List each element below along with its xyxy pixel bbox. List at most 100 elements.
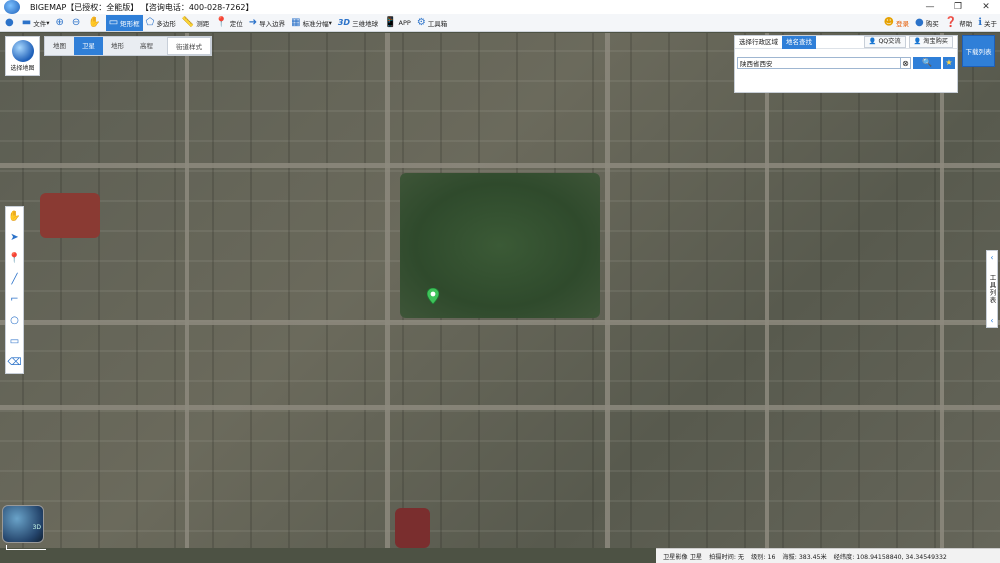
purchase-button[interactable]: ● 购买 [912, 15, 942, 31]
marker-pin-icon[interactable]: 📍 [8, 253, 20, 264]
search-input[interactable] [737, 57, 901, 69]
satellite-map-canvas[interactable] [0, 33, 1000, 548]
coordinates-status: 经纬度: 108.94158840, 34.34549332 [833, 553, 947, 561]
tab-place-search[interactable]: 地名查找 [782, 35, 816, 49]
vip-icon: ● [915, 16, 924, 28]
clear-search-icon[interactable]: ⊗ [901, 57, 911, 69]
globe-minimap[interactable]: 3D [2, 505, 44, 543]
zoom-level-status: 级别: 16 [751, 553, 776, 561]
window-title: BIGEMAP【已授权：全能版】 【咨询电话：400-028-7262】 [30, 2, 254, 12]
pointer-arrow-icon[interactable]: ➤ [10, 233, 18, 243]
tool-list-panel[interactable]: ‹ 工具列表 ‹ [986, 250, 998, 328]
rectangle-icon[interactable]: ▭ [10, 336, 19, 347]
maximize-button[interactable]: ❐ [944, 2, 972, 12]
toolbar-right-group: ☻ 登录 ● 购买 ❓ 帮助 ℹ 关于 [881, 15, 1000, 31]
three-d-globe-button[interactable]: 3D 三维地球 [335, 15, 381, 31]
zoom-in-button[interactable]: ⊕ [52, 15, 68, 31]
import-boundary-button[interactable]: ➜ 导入边界 [246, 15, 288, 31]
tool-list-label: 工具列表 [988, 274, 996, 304]
layer-status: 卫星影像 卫星 [663, 553, 703, 561]
left-draw-tools: ✋ ➤ 📍 ╱ ⌐ ○ ▭ ⌫ [5, 206, 24, 374]
altitude-status: 海拔: 383.45米 [782, 553, 827, 561]
zoom-in-icon: ⊕ [55, 16, 64, 28]
search-button[interactable]: 🔍 [913, 57, 941, 69]
tab-map[interactable]: 地图 [45, 37, 74, 55]
info-icon: ℹ [978, 16, 982, 28]
import-arrow-icon: ➜ [248, 16, 258, 28]
map-road [940, 33, 944, 548]
locate-button[interactable]: 📍 定位 [212, 15, 245, 31]
chevron-left-icon[interactable]: ‹ [990, 316, 993, 325]
rect-select-button[interactable]: ▭ 矩形框 [105, 14, 143, 31]
earth-icon [11, 40, 34, 62]
hand-icon[interactable]: ✋ [8, 212, 20, 222]
search-tabs: 选择行政区域 地名查找 👤 QQ交流 👤 淘宝购买 [735, 35, 957, 49]
gear-icon: ⚙ [416, 16, 426, 28]
login-button[interactable]: ☻ 登录 [881, 15, 912, 31]
map-road [605, 33, 610, 548]
map-road [185, 33, 189, 548]
hand-icon: ✋ [88, 16, 101, 28]
scale-bar [6, 545, 46, 550]
search-icon: 🔍 [922, 58, 932, 67]
globe-menu-button[interactable]: ● [2, 15, 19, 31]
map-type-tabs: 地图 卫星 地形 高程 街道样式 [44, 36, 212, 56]
map-road [0, 163, 1000, 168]
polyline-icon[interactable]: ⌐ [10, 295, 18, 305]
toolbox-button[interactable]: ⚙ 工具箱 [414, 15, 450, 31]
map-road [0, 405, 1000, 410]
phone-icon: 📱 [384, 16, 397, 28]
zoom-out-icon: ⊖ [71, 16, 81, 28]
qq-icon: 👤 [868, 38, 877, 45]
bigemap-logo-icon [4, 0, 20, 14]
standard-tile-menu[interactable]: ▦ 标准分幅 ▾ [288, 15, 335, 31]
map-road [0, 320, 1000, 325]
line-icon[interactable]: ╱ [11, 274, 17, 285]
pan-button[interactable]: ✋ [85, 15, 105, 31]
tab-satellite[interactable]: 卫星 [74, 37, 103, 55]
download-list-button[interactable]: 下载列表 [962, 35, 995, 67]
chevron-left-icon[interactable]: ‹ [990, 253, 993, 262]
minimize-button[interactable]: — [916, 2, 944, 12]
grid-icon: ▦ [291, 16, 301, 28]
measure-button[interactable]: 📏 测距 [179, 15, 212, 31]
taobao-icon: 👤 [913, 38, 922, 45]
choose-map-button[interactable]: 选择地图 [5, 36, 40, 76]
map-road [765, 33, 769, 548]
app-button[interactable]: 📱 APP [381, 15, 414, 31]
window-controls: — ❐ ✕ [916, 2, 1000, 12]
circle-icon[interactable]: ○ [10, 316, 19, 326]
eraser-icon[interactable]: ⌫ [7, 357, 21, 368]
title-bar: BIGEMAP【已授权：全能版】 【咨询电话：400-028-7262】 — ❐… [0, 0, 1000, 14]
close-button[interactable]: ✕ [972, 2, 1000, 12]
location-pin-icon: 📍 [215, 16, 228, 28]
help-icon: ❓ [944, 16, 958, 28]
status-bar: 卫星影像 卫星 拍摄时间: 无 级别: 16 海拔: 383.45米 经纬度: … [656, 548, 1000, 563]
street-style-button[interactable]: 街道样式 [167, 37, 211, 55]
folder-icon: ▬ [21, 16, 32, 28]
polygon-button[interactable]: ⬠ 多边形 [143, 15, 179, 31]
polygon-icon: ⬠ [145, 16, 155, 28]
user-icon: ☻ [883, 16, 894, 28]
map-road [385, 33, 390, 548]
tab-admin-region[interactable]: 选择行政区域 [735, 36, 782, 49]
tab-elevation[interactable]: 高程 [132, 37, 161, 55]
help-button[interactable]: ❓ 帮助 [942, 15, 975, 31]
file-menu[interactable]: ▬ 文件 ▾ [19, 15, 53, 31]
sports-field [40, 193, 100, 238]
zoom-out-button[interactable]: ⊖ [69, 15, 85, 31]
3d-icon: 3D [337, 17, 351, 27]
location-marker-icon[interactable] [427, 288, 439, 304]
qq-chat-button[interactable]: 👤 QQ交流 [863, 36, 906, 48]
search-panel: 选择行政区域 地名查找 👤 QQ交流 👤 淘宝购买 ⊗ 🔍 ★ [734, 35, 958, 93]
tab-terrain[interactable]: 地形 [103, 37, 132, 55]
minimap-3d-label: 3D [32, 524, 41, 531]
about-button[interactable]: ℹ 关于 [975, 15, 1000, 31]
rectangle-icon: ▭ [108, 16, 119, 28]
shot-time-status: 拍摄时间: 无 [709, 553, 745, 561]
globe-icon: ● [5, 16, 14, 28]
taobao-buy-button[interactable]: 👤 淘宝购买 [908, 36, 953, 48]
search-row: ⊗ 🔍 ★ [737, 57, 955, 69]
main-toolbar: ● ▬ 文件 ▾ ⊕ ⊖ ✋ ▭ 矩形框 ⬠ 多边形 📏 测距 📍 定位 ➜ 导入边界 ▦ 标准… [0, 14, 1000, 32]
favorite-star-icon[interactable]: ★ [943, 57, 955, 69]
